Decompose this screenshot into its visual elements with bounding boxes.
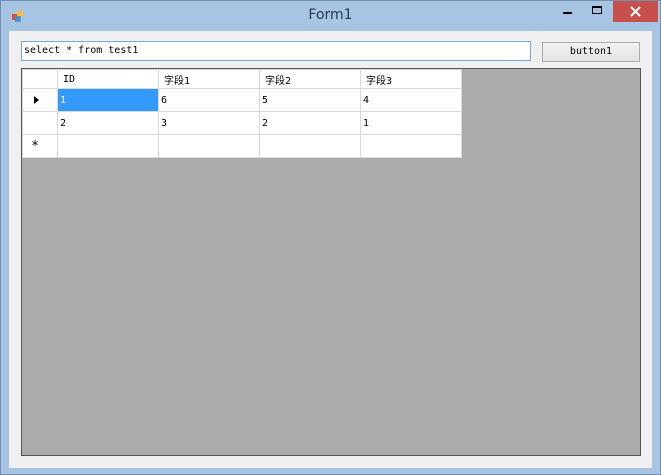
maximize-icon <box>592 6 602 14</box>
data-grid-view[interactable]: ID 字段1 字段2 字段3 1 6 5 4 2 3 2 1 * <box>21 68 641 456</box>
table-row[interactable]: 2 3 2 1 <box>22 111 462 135</box>
maximize-button[interactable] <box>583 1 611 22</box>
close-button[interactable] <box>613 1 658 22</box>
grid-corner-cell[interactable] <box>22 69 58 89</box>
title-bar[interactable]: Form1 <box>1 1 660 31</box>
new-row[interactable]: * <box>22 134 462 158</box>
column-header-field1[interactable]: 字段1 <box>158 69 260 89</box>
grid-cell[interactable]: 2 <box>259 111 361 135</box>
form-client-area: button1 ID 字段1 字段2 字段3 1 6 5 4 <box>9 31 652 468</box>
new-row-marker: * <box>31 138 39 154</box>
button1[interactable]: button1 <box>542 42 640 62</box>
query-input[interactable] <box>21 41 531 61</box>
grid-cell[interactable]: 1 <box>57 88 159 112</box>
grid-cell[interactable] <box>360 134 462 158</box>
column-header-row: ID 字段1 字段2 字段3 <box>22 69 462 89</box>
form-window: Form1 button1 ID 字段1 字段2 字段3 <box>0 0 661 475</box>
column-header-field2[interactable]: 字段2 <box>259 69 361 89</box>
grid-cell[interactable] <box>259 134 361 158</box>
row-pointer-icon <box>33 95 39 104</box>
close-icon <box>630 6 641 17</box>
row-header[interactable]: * <box>22 134 58 158</box>
grid-cell[interactable]: 2 <box>57 111 159 135</box>
row-header[interactable] <box>22 111 58 135</box>
minimize-icon <box>563 12 572 14</box>
column-header-field3[interactable]: 字段3 <box>360 69 462 89</box>
grid-cell[interactable]: 4 <box>360 88 462 112</box>
column-header-id[interactable]: ID <box>57 69 159 89</box>
grid-cell[interactable]: 5 <box>259 88 361 112</box>
table-row[interactable]: 1 6 5 4 <box>22 88 462 112</box>
data-grid-table: ID 字段1 字段2 字段3 1 6 5 4 2 3 2 1 * <box>22 69 462 158</box>
grid-cell[interactable]: 3 <box>158 111 260 135</box>
row-header[interactable] <box>22 88 58 112</box>
grid-cell[interactable] <box>158 134 260 158</box>
grid-cell[interactable] <box>57 134 159 158</box>
grid-cell[interactable]: 6 <box>158 88 260 112</box>
minimize-button[interactable] <box>554 1 582 22</box>
grid-cell[interactable]: 1 <box>360 111 462 135</box>
